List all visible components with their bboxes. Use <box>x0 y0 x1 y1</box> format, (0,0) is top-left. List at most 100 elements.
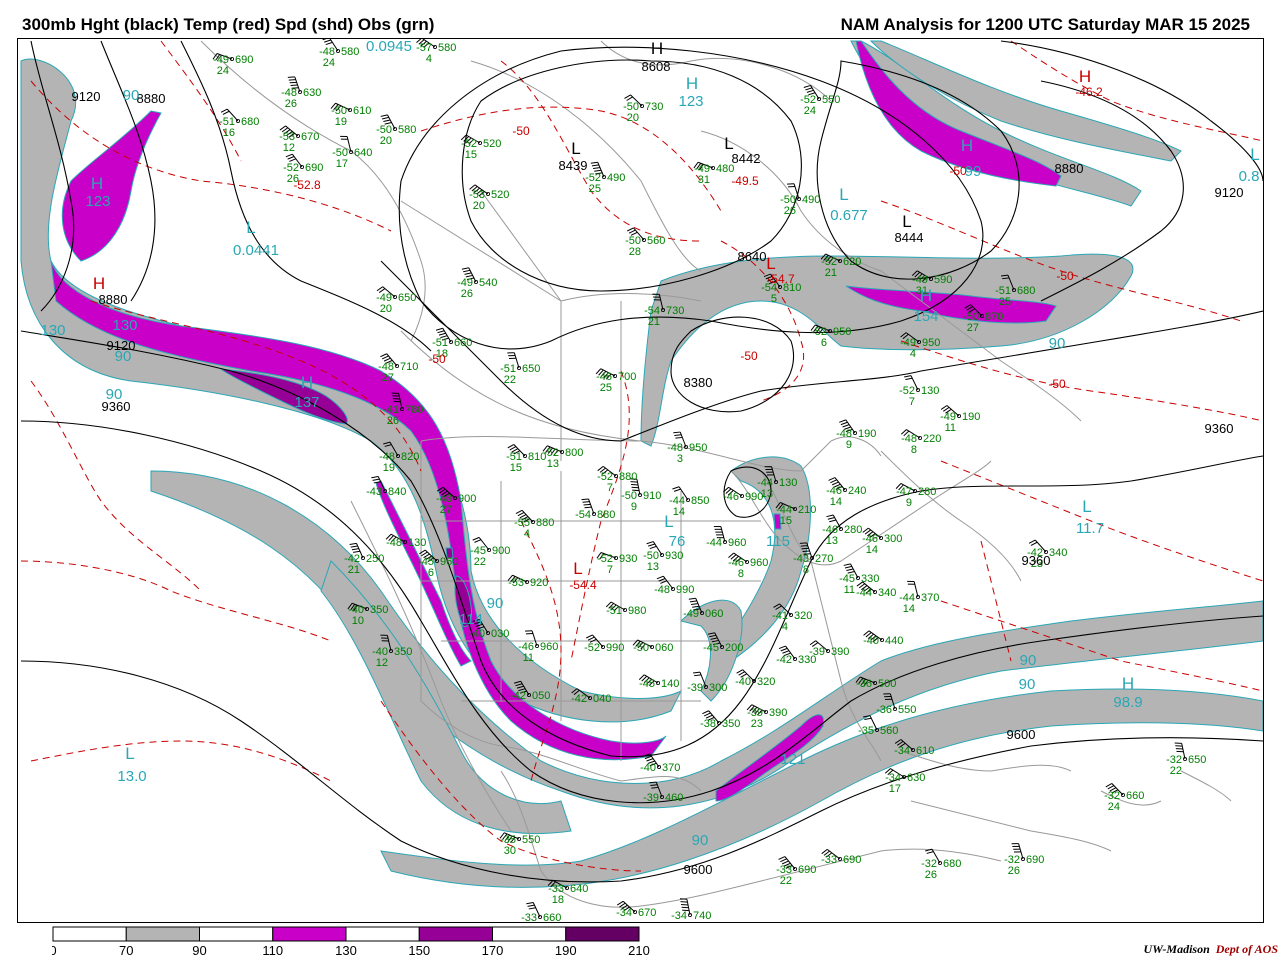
obs-height: 680 <box>1017 285 1035 297</box>
high-center-symbol: H <box>93 274 105 293</box>
obs-temperature: -39 <box>687 682 703 694</box>
station-obs: -51 65022 <box>500 363 540 386</box>
speed-label: 13.0 <box>117 768 146 785</box>
obs-temperature: -45 <box>639 678 655 690</box>
obs-height: 610 <box>353 105 371 117</box>
temperature-contour-label: -49.5 <box>731 174 759 188</box>
station-obs: -52 1307 <box>899 385 939 408</box>
obs-dewpoint: 13 <box>647 561 659 573</box>
colorbar-boxes <box>52 926 640 942</box>
height-contour-label: 9600 <box>1007 727 1036 742</box>
obs-height: 390 <box>769 707 787 719</box>
obs-dewpoint: 6 <box>821 337 827 349</box>
station-obs: -48 2208 <box>901 433 941 456</box>
speed-label: 154 <box>913 308 938 325</box>
obs-dewpoint: 26 <box>925 869 937 881</box>
colorbar-box <box>565 926 640 942</box>
obs-height: 960 <box>728 537 746 549</box>
obs-dewpoint: 22 <box>1170 765 1182 777</box>
obs-dewpoint: 21 <box>825 267 837 279</box>
colorbar-box <box>492 926 567 942</box>
obs-height: 280 <box>844 524 862 536</box>
speed-label: 11.7 <box>1076 520 1104 537</box>
station-obs: -44 340 <box>856 587 896 599</box>
station-obs: -44 37014 <box>899 592 939 615</box>
obs-dewpoint: 12 <box>376 657 388 669</box>
height-contour-label: 8444 <box>895 230 924 245</box>
obs-dewpoint: 9 <box>906 497 912 509</box>
obs-height: 200 <box>725 642 743 654</box>
high-center-symbol: H <box>1122 674 1134 693</box>
station-obs: -40 370 <box>640 762 680 774</box>
speed-label: 90 <box>1020 652 1037 669</box>
station-obs: -52 52015 <box>461 138 501 161</box>
station-obs: -44 960 <box>706 537 746 549</box>
obs-height: 840 <box>388 486 406 498</box>
high-center-symbol: H <box>651 39 663 58</box>
station-obs: -33 69022 <box>776 864 816 887</box>
obs-height: 190 <box>962 411 980 423</box>
obs-dewpoint: 26 <box>784 205 796 217</box>
obs-dewpoint: 24 <box>804 105 816 117</box>
station-obs: -49 65020 <box>376 292 416 315</box>
obs-dewpoint: 20 <box>473 200 485 212</box>
station-obs: -34 63017 <box>885 772 925 795</box>
speed-label: 137 <box>294 394 319 411</box>
obs-dewpoint: 10 <box>352 615 364 627</box>
obs-height: 990 <box>606 642 624 654</box>
obs-dewpoint: 20 <box>380 303 392 315</box>
station-obs: -46 9608 <box>728 557 768 580</box>
obs-height: 610 <box>916 745 934 757</box>
station-obs: -42 330 <box>776 654 816 666</box>
obs-dewpoint: 22 <box>504 374 516 386</box>
obs-dewpoint: 15 <box>780 515 792 527</box>
obs-height: 220 <box>923 433 941 445</box>
obs-dewpoint: 14 <box>903 603 915 615</box>
obs-height: 910 <box>643 490 661 502</box>
station-obs: -50 9109 <box>621 490 661 513</box>
weather-map: -49 69024-48 58024-57 5804-48 63026-51 68016-… <box>20 39 1263 922</box>
low-center-symbol: L <box>664 512 673 531</box>
height-contour-label: 9120 <box>1215 185 1244 200</box>
obs-height: 880 <box>597 509 615 521</box>
colorbar-label: 70 <box>119 943 133 956</box>
low-center-symbol: L <box>902 212 911 231</box>
obs-dewpoint: 21 <box>648 316 660 328</box>
height-contour-label: 8442 <box>732 151 761 166</box>
low-center-symbol: L <box>573 559 582 578</box>
temperature-contour-label: -50 <box>428 352 446 366</box>
station-obs: -32 68026 <box>921 858 961 881</box>
station-obs: -49 69024 <box>213 54 253 77</box>
obs-dewpoint: 27 <box>382 372 394 384</box>
speed-label: 90 <box>487 595 504 612</box>
low-center-symbol: L <box>1250 145 1259 164</box>
obs-height: 880 <box>536 517 554 529</box>
obs-height: 300 <box>709 682 727 694</box>
obs-height: 130 <box>408 537 426 549</box>
obs-dewpoint: 3 <box>677 453 683 465</box>
station-obs: -33 690 <box>821 854 861 866</box>
station-obs: -50 64017 <box>332 147 372 170</box>
obs-height: 820 <box>401 451 419 463</box>
station-obs: -52 80013 <box>543 447 583 470</box>
station-obs: -32 69026 <box>1004 854 1044 877</box>
obs-height: 550 <box>522 834 540 846</box>
low-center-symbol: L <box>125 744 134 763</box>
colorbar-label: 90 <box>192 943 206 956</box>
station-obs: -55 8804 <box>514 517 554 540</box>
obs-dewpoint: 5 <box>771 293 777 305</box>
obs-height: 370 <box>662 762 680 774</box>
obs-dewpoint: 13 <box>826 535 838 547</box>
speed-label: 123 <box>678 93 703 110</box>
station-obs: -49 48031 <box>694 163 734 186</box>
obs-temperature: -38 <box>700 718 716 730</box>
obs-height: 660 <box>454 337 472 349</box>
high-center-symbol: H <box>1079 67 1091 86</box>
obs-dewpoint: 24 <box>217 65 229 77</box>
obs-height: 960 <box>540 641 558 653</box>
height-contour-label: 8608 <box>642 59 671 74</box>
obs-height: 960 <box>750 557 768 569</box>
obs-dewpoint: 25 <box>589 183 601 195</box>
height-contour-label: 9120 <box>72 89 101 104</box>
obs-height: 340 <box>878 587 896 599</box>
